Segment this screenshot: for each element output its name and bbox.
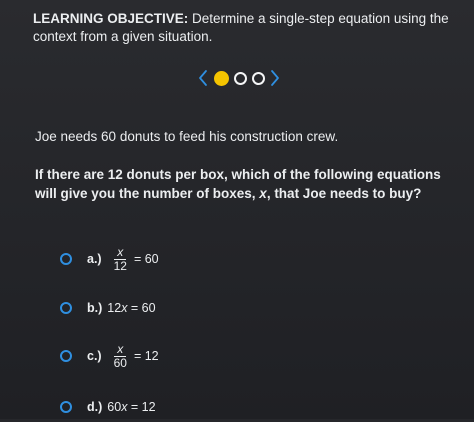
question-pager (195, 66, 283, 90)
choice-b[interactable]: b.) 12x = 60 (60, 293, 156, 323)
chevron-right-icon (271, 70, 279, 86)
prompt-part-2: , that Joe needs to buy? (266, 186, 422, 201)
choice-a-fraction: x 12 (111, 245, 130, 273)
choice-c[interactable]: c.) x 60 = 12 (60, 341, 159, 371)
choice-a-numerator: x (114, 245, 127, 260)
prev-question-button[interactable] (195, 67, 211, 89)
pager-dot-3[interactable] (251, 71, 265, 85)
choice-a-rhs: = 60 (133, 252, 159, 266)
objective-label: LEARNING OBJECTIVE: (33, 11, 189, 26)
lesson-screen: LEARNING OBJECTIVE: Determine a single-s… (0, 0, 474, 419)
choice-b-equation: 12x = 60 (107, 301, 155, 315)
choice-c-fraction: x 60 (111, 342, 130, 370)
next-question-button[interactable] (267, 67, 283, 89)
question-intro: Joe needs 60 donuts to feed his construc… (35, 129, 339, 144)
choice-b-radio[interactable] (60, 302, 72, 314)
choice-c-denominator: 60 (113, 355, 127, 370)
pager-dot-1[interactable] (213, 70, 229, 86)
learning-objective: LEARNING OBJECTIVE: Determine a single-s… (33, 10, 453, 46)
choice-d-equation: 60x = 12 (107, 400, 155, 414)
choice-b-rhs: = 60 (127, 301, 156, 315)
choice-b-letter: b.) (87, 301, 103, 315)
choice-c-rhs: = 12 (133, 349, 159, 363)
choice-d-radio[interactable] (60, 401, 72, 413)
choice-c-letter: c.) (87, 349, 102, 363)
choice-b-coef: 12 (107, 301, 122, 315)
choice-a-denominator: 12 (113, 258, 127, 273)
choice-d[interactable]: d.) 60x = 12 (60, 392, 156, 422)
question-prompt: If there are 12 donuts per box, which of… (35, 165, 455, 203)
choice-a-radio[interactable] (60, 253, 72, 265)
choice-a[interactable]: a.) x 12 = 60 (60, 244, 159, 274)
choice-a-letter: a.) (87, 252, 102, 266)
prompt-variable: x (259, 186, 267, 201)
chevron-left-icon (199, 70, 207, 86)
pager-dot-2[interactable] (233, 71, 247, 85)
choice-d-rhs: = 12 (127, 400, 156, 414)
choice-c-numerator: x (114, 342, 127, 357)
choice-d-coef: 60 (107, 400, 122, 414)
choice-c-radio[interactable] (60, 350, 72, 362)
choice-d-letter: d.) (87, 400, 103, 414)
